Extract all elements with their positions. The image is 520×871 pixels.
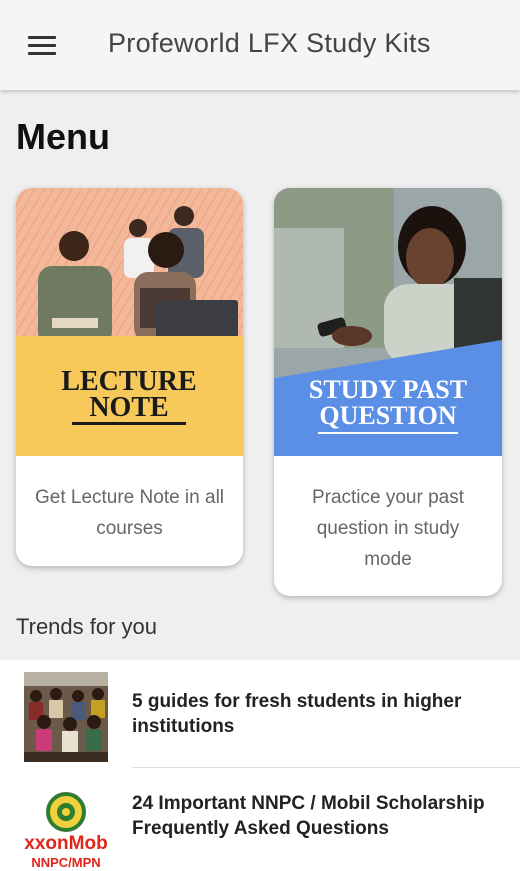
list-item[interactable]: xxonMob NNPC/MPN 24 Important NNPC / Mob… [0,768,520,871]
app-title: Profeworld LFX Study Kits [108,28,431,58]
list-item-title: 24 Important NNPC / Mobil Scholarship Fr… [132,793,485,839]
study-past-question-card[interactable]: STUDY PAST QUESTION Practice your past q… [274,188,502,596]
list-item[interactable]: 5 guides for fresh students in higher in… [0,660,520,768]
study-past-question-description: Practice your past question in study mod… [311,487,465,570]
study-past-question-image-text-1: STUDY PAST [309,375,467,404]
hamburger-menu-icon[interactable] [28,36,56,56]
nnpc-mobil-logo: xxonMob NNPC/MPN [24,788,108,871]
page-title: Menu [16,116,110,157]
lecture-note-card[interactable]: LECTURE NOTE Get Lecture Note in all cou… [16,188,243,566]
lecture-note-description: Get Lecture Note in all courses [34,487,225,539]
trends-list: 5 guides for fresh students in higher in… [0,660,520,871]
list-item-title: 5 guides for fresh students in higher in… [132,691,462,737]
lecture-note-image: LECTURE NOTE [16,188,243,456]
study-past-question-image: STUDY PAST QUESTION [274,188,502,456]
nnpc-mpn-logo-text: NNPC/MPN [31,855,100,870]
fresh-students-thumbnail [24,672,108,762]
trends-label: Trends for you [16,614,158,639]
exxonmobil-logo-text: xxonMob [24,833,107,854]
app-bar: Profeworld LFX Study Kits [0,0,520,90]
lecture-note-image-text-2: NOTE [89,392,168,423]
study-past-question-image-text-2: QUESTION [319,401,456,430]
